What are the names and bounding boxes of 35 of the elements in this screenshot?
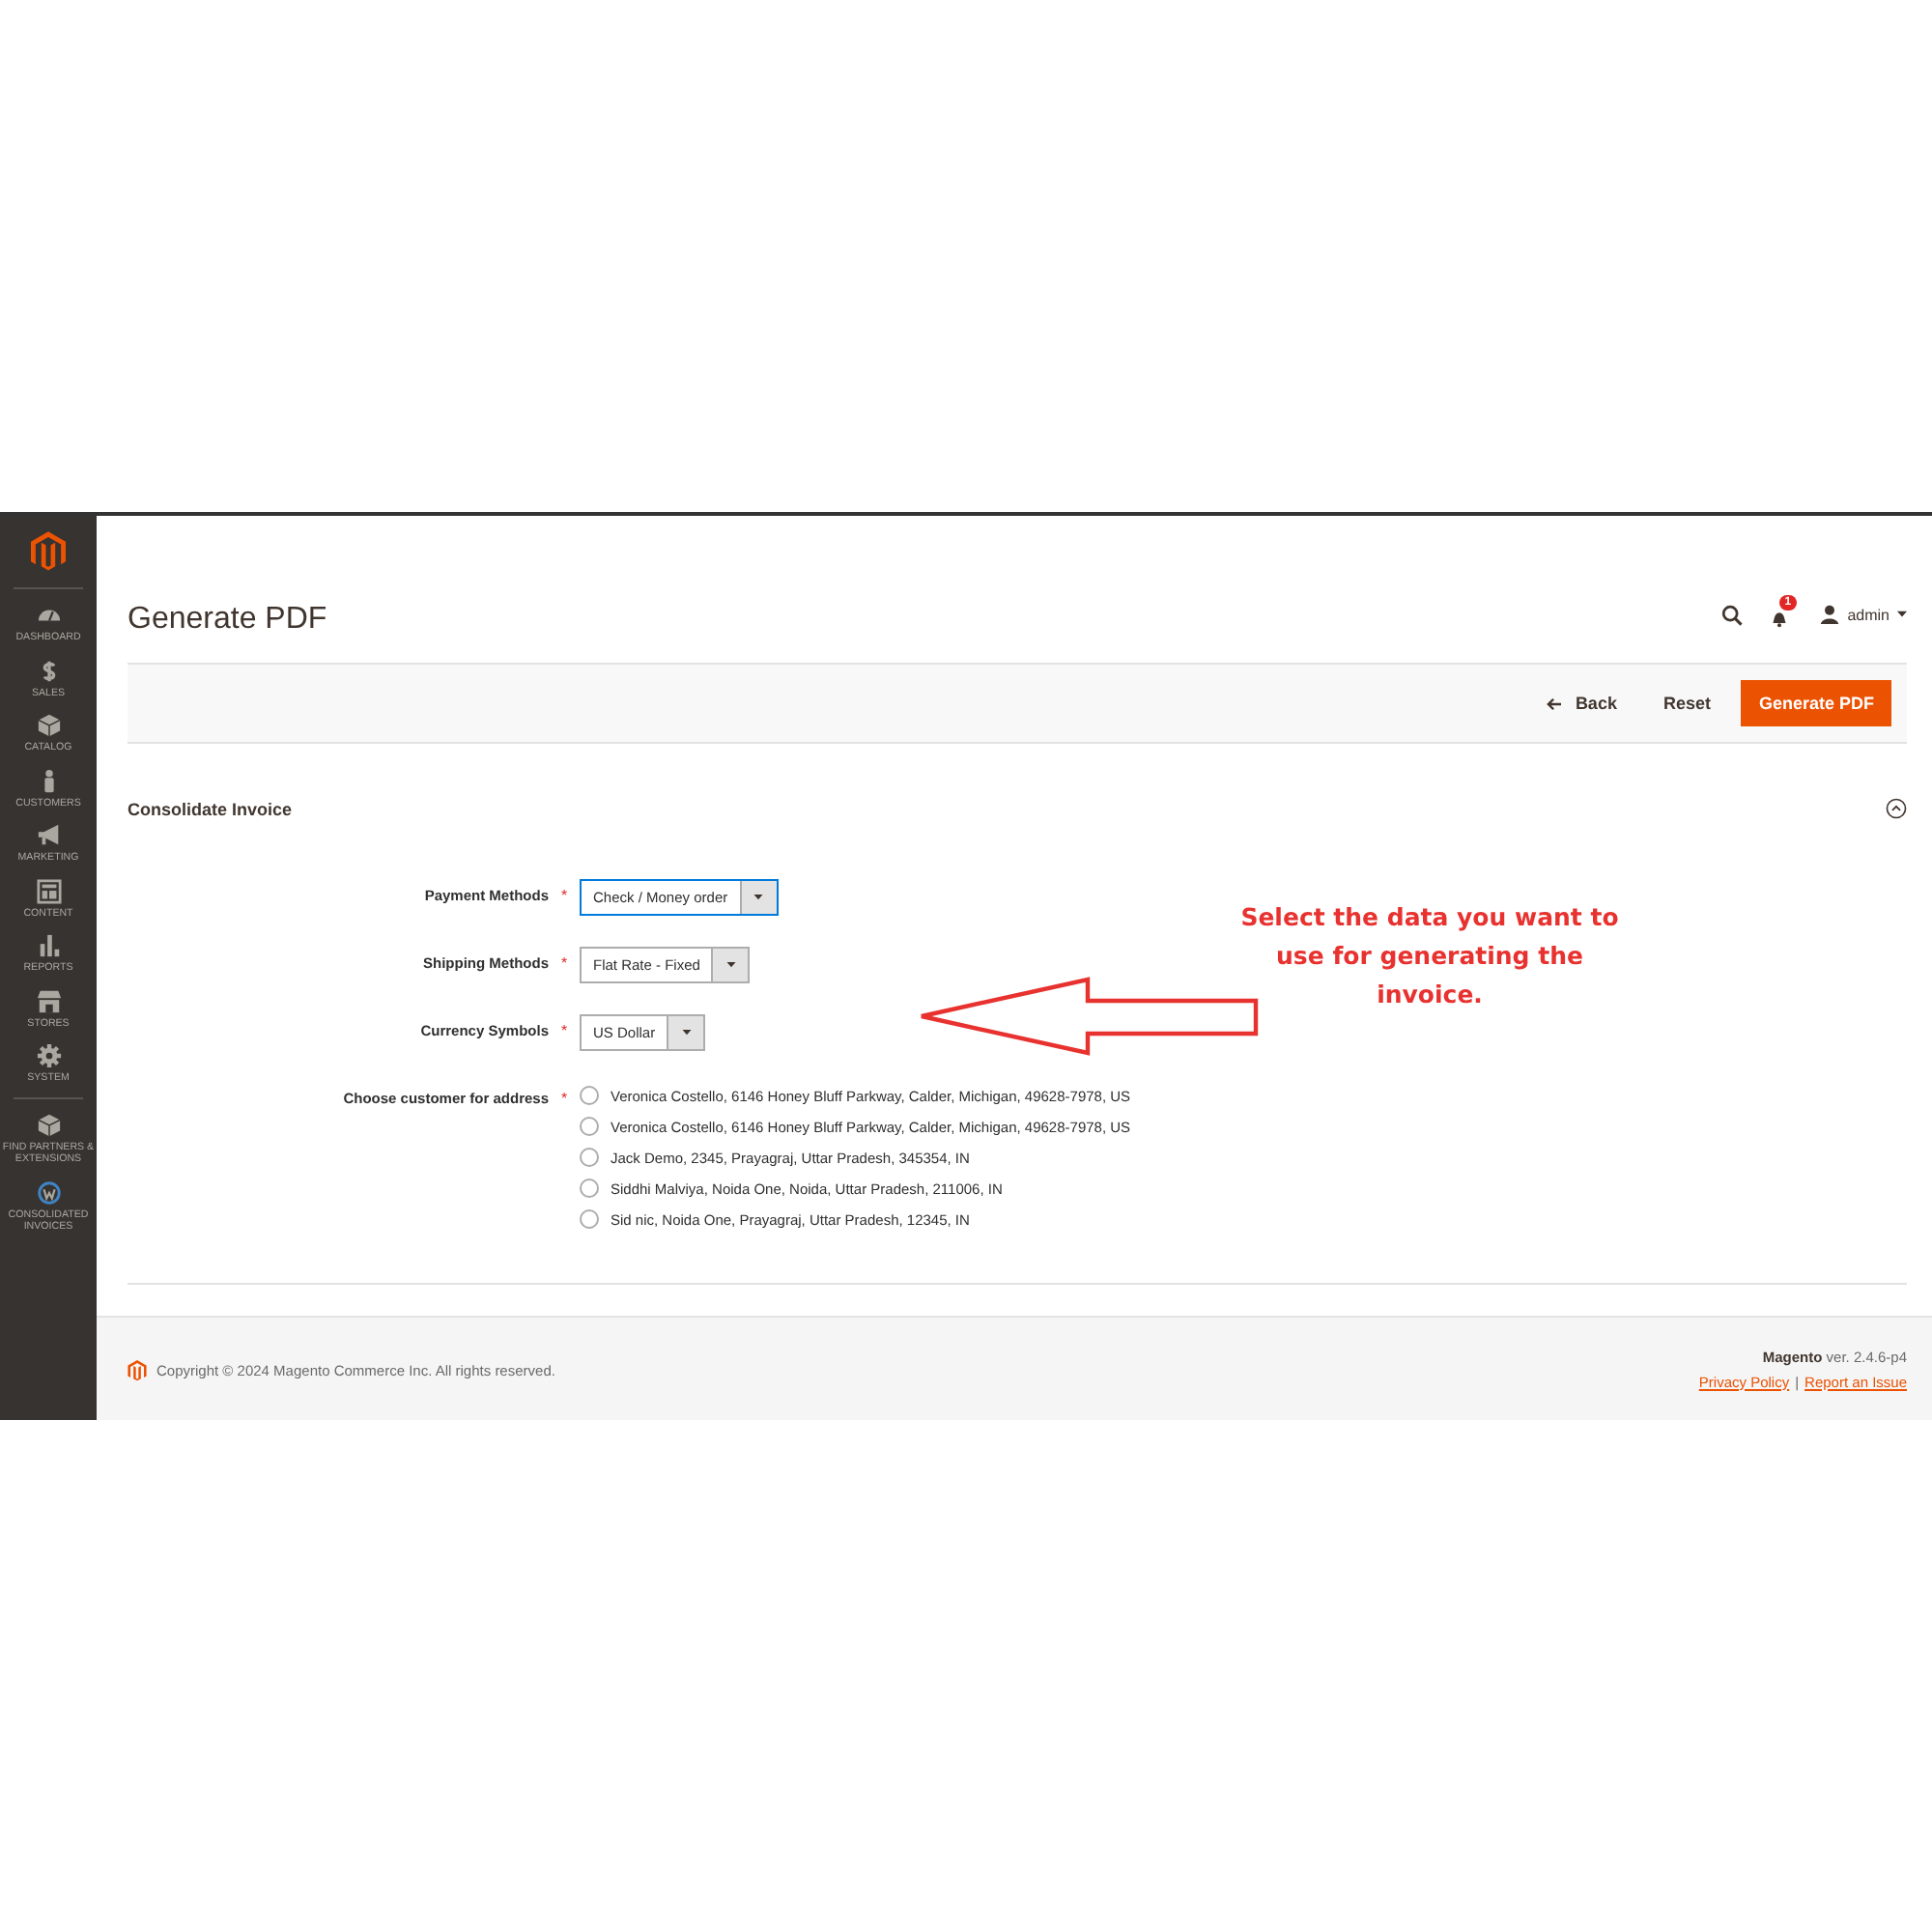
partners-icon [36, 1112, 61, 1137]
radio-button[interactable] [580, 1117, 599, 1136]
radio-button[interactable] [580, 1086, 599, 1105]
section-title: Consolidate Invoice [128, 799, 293, 818]
generate-pdf-button[interactable]: Generate PDF [1741, 680, 1891, 726]
reset-button[interactable]: Reset [1647, 682, 1726, 724]
stores-icon [36, 988, 61, 1013]
user-menu[interactable]: admin [1820, 605, 1907, 624]
magento-logo-icon[interactable] [31, 531, 66, 572]
caret-icon [681, 1030, 692, 1036]
magento-logo-icon [128, 1359, 147, 1380]
circle-logo-icon [36, 1179, 61, 1205]
content-icon [36, 878, 61, 903]
required-mark: * [558, 885, 570, 908]
catalog-icon [36, 713, 61, 738]
required-mark: * [558, 952, 570, 976]
search-icon[interactable] [1721, 604, 1744, 625]
required-mark: * [558, 1088, 570, 1111]
system-icon [36, 1043, 61, 1068]
collapse-icon[interactable] [1886, 798, 1907, 819]
bell-icon[interactable] [1770, 609, 1790, 628]
arrow-left-icon [1546, 696, 1564, 710]
page-title: Generate PDF [128, 601, 327, 638]
radio-button[interactable] [580, 1148, 599, 1167]
radio-button[interactable] [580, 1209, 599, 1229]
radio-button[interactable] [580, 1179, 599, 1198]
reports-icon [36, 933, 61, 958]
caret-icon [753, 895, 764, 900]
back-button[interactable]: Back [1530, 682, 1633, 724]
user-icon [1820, 605, 1840, 624]
caret-icon [725, 962, 736, 968]
required-mark: * [558, 1020, 570, 1043]
annotation-text: Select the data you want to use for generating the invoice. [1238, 900, 1621, 1012]
caret-icon [1897, 611, 1907, 618]
marketing-icon [36, 823, 61, 848]
